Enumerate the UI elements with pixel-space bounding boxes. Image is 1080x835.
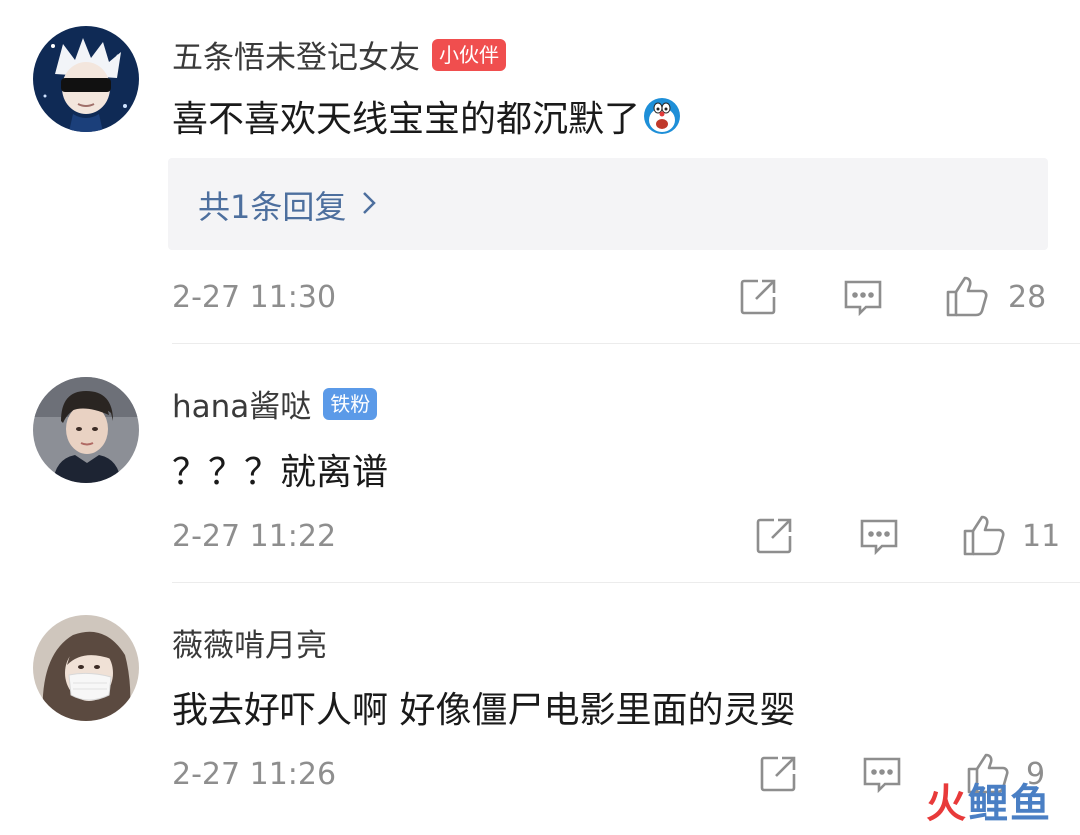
repost-icon[interactable] bbox=[758, 754, 798, 794]
repost-icon[interactable] bbox=[738, 277, 778, 317]
username-text[interactable]: 五条悟未登记女友 bbox=[172, 32, 420, 77]
like-thumbs-up-icon[interactable] bbox=[962, 513, 1006, 557]
view-replies-label[interactable]: 共1条回复 bbox=[198, 182, 346, 228]
username[interactable]: 薇薇啃月亮 bbox=[172, 620, 327, 665]
avatar[interactable] bbox=[33, 615, 139, 721]
comment-text-content: 我去好吓人啊 好像僵尸电影里面的灵婴 bbox=[172, 690, 796, 731]
fan-badge: 铁粉 bbox=[323, 387, 378, 420]
like-count: 11 bbox=[1022, 519, 1061, 554]
watermark-logo: 火鲤鱼 bbox=[926, 771, 1052, 829]
divider bbox=[172, 343, 1080, 344]
comment-time: 2-27 11:26 bbox=[172, 757, 337, 792]
username[interactable]: 五条悟未登记女友 小伙伴 bbox=[172, 32, 506, 77]
reply-comment-icon[interactable] bbox=[862, 756, 902, 794]
watermark-part2: 鲤鱼 bbox=[968, 781, 1052, 827]
comment-time: 2-27 11:30 bbox=[172, 280, 337, 315]
chevron-right-icon bbox=[362, 188, 377, 223]
repost-icon[interactable] bbox=[754, 516, 794, 556]
username-text[interactable]: hana酱哒 bbox=[172, 381, 311, 426]
username-text[interactable]: 薇薇啃月亮 bbox=[172, 620, 327, 665]
avatar[interactable] bbox=[33, 26, 139, 132]
view-replies-link[interactable]: 共1条回复 bbox=[198, 182, 377, 228]
like-count: 28 bbox=[1008, 280, 1047, 315]
doraemon-shocked-emoji-icon bbox=[642, 96, 682, 136]
reply-comment-icon[interactable] bbox=[859, 518, 899, 556]
divider bbox=[172, 582, 1080, 583]
comment-text-content: ？？？就离谱 bbox=[172, 452, 389, 493]
fan-badge: 小伙伴 bbox=[432, 38, 506, 71]
avatar[interactable] bbox=[33, 377, 139, 483]
username[interactable]: hana酱哒 铁粉 bbox=[172, 381, 378, 426]
reply-summary-box[interactable]: 共1条回复 bbox=[168, 158, 1048, 250]
comment-text: 喜不喜欢天线宝宝的都沉默了 bbox=[172, 90, 682, 142]
reply-comment-icon[interactable] bbox=[843, 279, 883, 317]
like-thumbs-up-icon[interactable] bbox=[945, 274, 989, 318]
comment-text-content: 喜不喜欢天线宝宝的都沉默了 bbox=[172, 99, 641, 140]
comment-text: 我去好吓人啊 好像僵尸电影里面的灵婴 bbox=[172, 681, 795, 733]
comment-time: 2-27 11:22 bbox=[172, 519, 337, 554]
watermark-part1: 火 bbox=[926, 781, 968, 827]
comment-text: ？？？就离谱 bbox=[172, 443, 388, 495]
